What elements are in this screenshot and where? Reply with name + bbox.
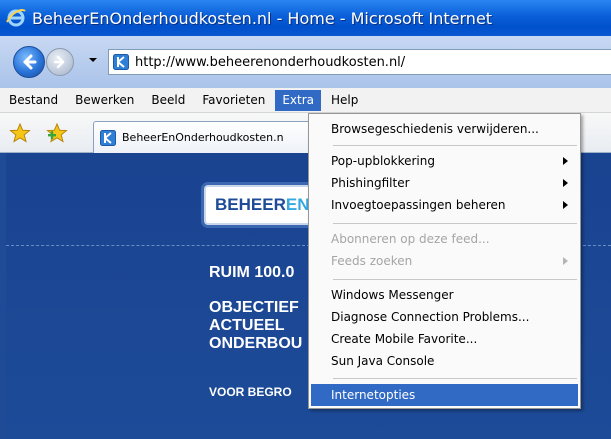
submenu-arrow-icon (563, 257, 568, 265)
tab-favicon-icon (100, 129, 116, 146)
submenu-arrow-icon (563, 179, 568, 187)
menu-help[interactable]: Help (324, 90, 365, 111)
menu-item-internet-options[interactable]: Internetopties (311, 384, 578, 406)
extra-dropdown-menu: Browsegeschiedenis verwijderen... Pop-up… (308, 113, 581, 409)
menu-separator (333, 279, 577, 280)
menu-favorieten[interactable]: Favorieten (195, 90, 272, 111)
menu-beeld[interactable]: Beeld (144, 90, 192, 111)
menu-item-label: Diagnose Connection Problems... (331, 310, 530, 324)
page-subheading: OBJECTIEF ACTUEEL ONDERBOU (209, 299, 302, 353)
menu-bestand[interactable]: Bestand (2, 90, 65, 111)
window-titlebar[interactable]: BeheerEnOnderhoudkosten.nl - Home - Micr… (0, 0, 611, 36)
menu-item-label: Create Mobile Favorite... (331, 332, 478, 346)
menu-bewerken[interactable]: Bewerken (68, 90, 141, 111)
menu-separator (333, 378, 577, 379)
favorites-star-icon[interactable] (9, 123, 31, 143)
forward-arrow-icon (53, 55, 65, 69)
menu-item-label: Phishingfilter (331, 176, 410, 190)
site-favicon-icon (113, 54, 129, 70)
menu-item-java-console[interactable]: Sun Java Console (311, 350, 578, 372)
menu-item-label: Pop-upblokkering (331, 154, 435, 168)
menu-item-label: Sun Java Console (331, 354, 435, 368)
subheading-line: OBJECTIEF (209, 299, 299, 316)
page-footer-text: VOOR BEGRO (209, 385, 292, 399)
menu-item-subscribe-feed: Abonneren op deze feed... (311, 228, 578, 250)
menu-item-label: Invoegtoepassingen beheren (331, 198, 506, 212)
menu-item-label: Feeds zoeken (331, 254, 413, 268)
menu-item-diagnose-connection[interactable]: Diagnose Connection Problems... (311, 306, 578, 328)
browser-tab[interactable]: BeheerEnOnderhoudkosten.n (93, 121, 333, 153)
menu-item-label: Windows Messenger (331, 288, 454, 302)
menu-item-delete-history[interactable]: Browsegeschiedenis verwijderen... (311, 118, 578, 140)
subheading-line: ONDERBOU (209, 335, 303, 352)
forward-button[interactable] (46, 48, 74, 76)
menu-item-windows-messenger[interactable]: Windows Messenger (311, 284, 578, 306)
window-title: BeheerEnOnderhoudkosten.nl - Home - Micr… (32, 8, 493, 28)
address-field[interactable]: http://www.beheerenonderhoudkosten.nl/ (108, 49, 611, 75)
menu-item-manage-addons[interactable]: Invoegtoepassingen beheren (311, 194, 578, 216)
navigation-bar: http://www.beheerenonderhoudkosten.nl/ (0, 36, 611, 88)
address-url: http://www.beheerenonderhoudkosten.nl/ (135, 54, 406, 70)
internet-explorer-icon (6, 9, 26, 27)
menu-item-label: Internetopties (331, 388, 416, 402)
back-button[interactable] (13, 46, 45, 78)
menu-item-phishing-filter[interactable]: Phishingfilter (311, 172, 578, 194)
add-favorite-icon[interactable] (46, 123, 68, 143)
tab-title: BeheerEnOnderhoudkosten.n (122, 131, 284, 144)
menu-item-popup-blocker[interactable]: Pop-upblokkering (311, 150, 578, 172)
menu-item-label: Abonneren op deze feed... (331, 232, 490, 246)
logo-text-secondary: EN (285, 195, 310, 214)
menu-item-find-feeds: Feeds zoeken (311, 250, 578, 272)
menu-separator (333, 223, 577, 224)
menu-item-create-mobile-favorite[interactable]: Create Mobile Favorite... (311, 328, 578, 350)
menu-item-label: Browsegeschiedenis verwijderen... (331, 122, 539, 136)
menu-extra[interactable]: Extra (275, 89, 322, 111)
submenu-arrow-icon (563, 201, 568, 209)
submenu-arrow-icon (563, 157, 568, 165)
back-arrow-icon (23, 54, 37, 70)
menu-bar: Bestand Bewerken Beeld Favorieten Extra … (0, 88, 611, 113)
subheading-line: ACTUEEL (209, 317, 285, 334)
logo-text-primary: BEHEER (215, 195, 286, 214)
recent-pages-dropdown-icon[interactable] (88, 56, 98, 64)
menu-separator (333, 145, 577, 146)
page-headline: RUIM 100.0 (209, 264, 295, 281)
